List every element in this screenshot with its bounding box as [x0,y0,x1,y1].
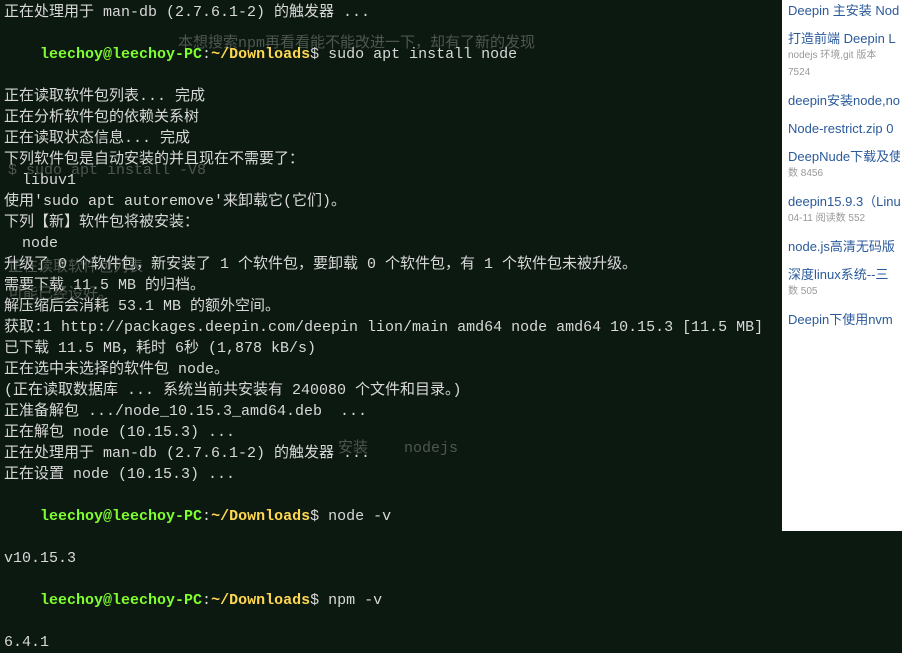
output-line: 正在解包 node (10.15.3) ... [4,424,235,441]
sidebar-item[interactable]: 打造前端 Deepin L nodejs 环境,git 版本 7524 [788,32,900,80]
sidebar-meta: 04-11 阅读数 552 [788,212,900,226]
output-line: 正在设置 node (10.15.3) ... [4,466,235,483]
prompt-path: ~/Downloads [211,46,310,63]
sidebar-link-title[interactable]: DeepNude下载及使 [788,150,900,164]
output-line: 正在选中未选择的软件包 node。 [4,361,229,378]
sidebar-item[interactable]: Node-restrict.zip 0 [788,122,900,136]
sidebar-item[interactable]: Deepin下使用nvm [788,313,900,327]
prompt-path: ~/Downloads [211,508,310,525]
sidebar-link-title[interactable]: Node-restrict.zip 0 [788,122,900,136]
prompt-user: leechoy@leechoy-PC [40,592,202,609]
sidebar-item[interactable]: DeepNude下载及使 数 8456 [788,150,900,181]
prompt-path: ~/Downloads [211,592,310,609]
prompt-colon: : [202,508,211,525]
sidebar-item[interactable]: node.js高清无码版 [788,240,900,254]
output-line: 正在处理用于 man-db (2.7.6.1-2) 的触发器 ... [4,445,370,462]
prompt-colon: : [202,592,211,609]
output-line: 已下载 11.5 MB，耗时 6秒 (1,878 kB/s) [4,340,316,357]
sidebar-meta: 7524 [788,66,900,80]
sidebar-item[interactable]: deepin15.9.3（Linu 04-11 阅读数 552 [788,195,900,226]
output-line: 升级了 0 个软件包，新安装了 1 个软件包，要卸载 0 个软件包，有 1 个软… [4,256,637,273]
output-line: node [4,235,58,252]
sidebar-meta: 数 8456 [788,167,900,181]
prompt-dollar: $ [310,46,319,63]
output-line: libuv1 [4,172,76,189]
output-line: 下列软件包是自动安装的并且现在不需要了： [4,151,304,168]
output-line: 正在处理用于 man-db (2.7.6.1-2) 的触发器 ... [4,4,370,21]
output-line: 下列【新】软件包将被安装： [4,214,199,231]
prompt-user: leechoy@leechoy-PC [40,46,202,63]
sidebar-link-title[interactable]: deepin15.9.3（Linu [788,195,900,209]
sidebar-link-title[interactable]: 深度linux系统--三 [788,268,900,282]
output-line: 解压缩后会消耗 53.1 MB 的额外空间。 [4,298,280,315]
sidebar-link-title[interactable]: Deepin 主安装 Nod [788,4,900,18]
output-line: (正在读取数据库 ... 系统当前共安装有 240080 个文件和目录。) [4,382,462,399]
sidebar-link-title[interactable]: deepin安装node,no [788,94,900,108]
prompt-dollar: $ [310,508,319,525]
sidebar-meta: nodejs 环境,git 版本 [788,49,900,63]
output-line: 使用'sudo apt autoremove'来卸载它(它们)。 [4,193,346,210]
output-line: 正在读取软件包列表... 完成 [4,88,205,105]
output-line: v10.15.3 [4,550,76,567]
sidebar-item[interactable]: Deepin 主安装 Nod [788,4,900,18]
output-line: 需要下载 11.5 MB 的归档。 [4,277,205,294]
sidebar-item[interactable]: deepin安装node,no [788,94,900,108]
sidebar-item[interactable]: 深度linux系统--三 数 505 [788,268,900,299]
output-line: 获取:1 http://packages.deepin.com/deepin l… [4,319,763,336]
prompt-dollar: $ [310,592,319,609]
command-input: node -v [328,508,391,525]
prompt-user: leechoy@leechoy-PC [40,508,202,525]
output-line: 正在读取状态信息... 完成 [4,130,190,147]
terminal-pane[interactable]: 正在处理用于 man-db (2.7.6.1-2) 的触发器 ... leech… [0,0,782,531]
prompt-colon: : [202,46,211,63]
output-line: 6.4.1 [4,634,49,651]
command-input: sudo apt install node [328,46,517,63]
sidebar-link-title[interactable]: node.js高清无码版 [788,240,900,254]
sidebar-link-title[interactable]: 打造前端 Deepin L [788,32,900,46]
sidebar-panel[interactable]: Deepin 主安装 Nod 打造前端 Deepin L nodejs 环境,g… [782,0,902,531]
sidebar-link-title[interactable]: Deepin下使用nvm [788,313,900,327]
command-input: npm -v [328,592,382,609]
output-line: 正在分析软件包的依赖关系树 [4,109,199,126]
sidebar-meta: 数 505 [788,285,900,299]
output-line: 正准备解包 .../node_10.15.3_amd64.deb ... [4,403,367,420]
